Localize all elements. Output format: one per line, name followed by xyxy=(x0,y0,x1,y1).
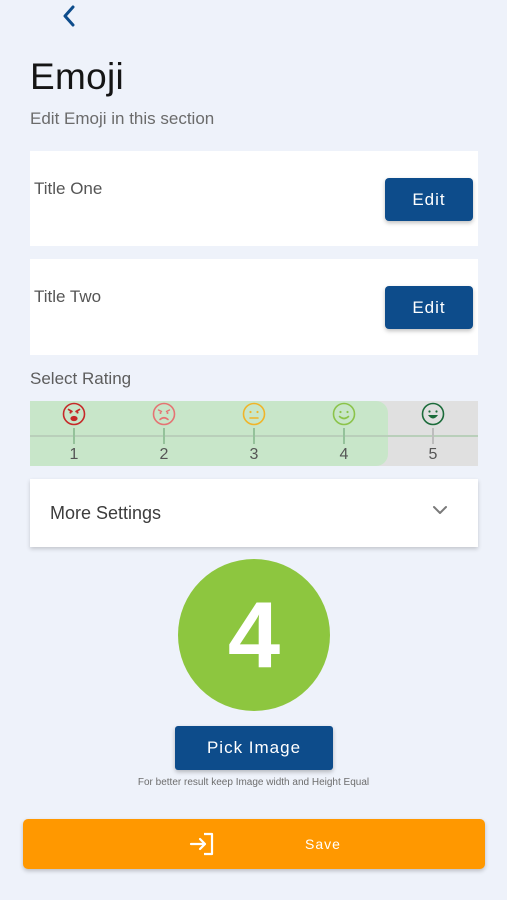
rating-preview-number: 4 xyxy=(227,582,281,687)
rating-tick xyxy=(163,428,165,444)
rating-number: 3 xyxy=(249,446,259,463)
angry-face-icon xyxy=(62,402,86,426)
happy-face-icon xyxy=(421,402,445,426)
title-card-two: Title Two Edit xyxy=(30,259,478,355)
rating-option-3[interactable]: 3 xyxy=(234,401,274,466)
rating-option-5[interactable]: 5 xyxy=(413,401,453,466)
edit-title-one-button[interactable]: Edit xyxy=(385,178,473,221)
rating-option-1[interactable]: 1 xyxy=(54,401,94,466)
rating-tick xyxy=(432,428,434,444)
rating-option-2[interactable]: 2 xyxy=(144,401,184,466)
back-button[interactable] xyxy=(56,2,82,30)
more-settings-label: More Settings xyxy=(50,503,162,523)
rating-option-4[interactable]: 4 xyxy=(324,401,364,466)
rating-number: 5 xyxy=(428,446,438,463)
rating-tick xyxy=(73,428,75,444)
page-subtitle: Edit Emoji in this section xyxy=(30,109,215,128)
image-hint: For better result keep Image width and H… xyxy=(137,777,370,788)
save-label: Save xyxy=(305,836,341,852)
card-title: Title One xyxy=(34,179,103,198)
rating-tick xyxy=(343,428,345,444)
save-button[interactable]: Save xyxy=(23,819,485,869)
more-settings-dropdown[interactable]: More Settings xyxy=(30,479,478,547)
edit-title-two-button[interactable]: Edit xyxy=(385,286,473,329)
sad-face-icon xyxy=(152,402,176,426)
chevron-down-icon xyxy=(433,506,447,514)
rating-label: Select Rating xyxy=(30,369,132,388)
page-title: Emoji xyxy=(30,56,125,97)
rating-preview-image: 4 xyxy=(178,559,330,711)
login-arrow-icon xyxy=(189,832,214,856)
neutral-face-icon xyxy=(242,402,266,426)
title-card-one: Title One Edit xyxy=(30,151,478,246)
rating-slider[interactable]: 1 2 3 4 5 xyxy=(30,401,478,466)
smile-face-icon xyxy=(332,402,356,426)
card-title: Title Two xyxy=(34,287,102,306)
rating-number: 1 xyxy=(69,446,79,463)
rating-number: 4 xyxy=(339,446,349,463)
chevron-left-icon xyxy=(63,5,75,27)
rating-tick xyxy=(253,428,255,444)
pick-image-button[interactable]: Pick Image xyxy=(175,726,333,770)
rating-number: 2 xyxy=(159,446,169,463)
